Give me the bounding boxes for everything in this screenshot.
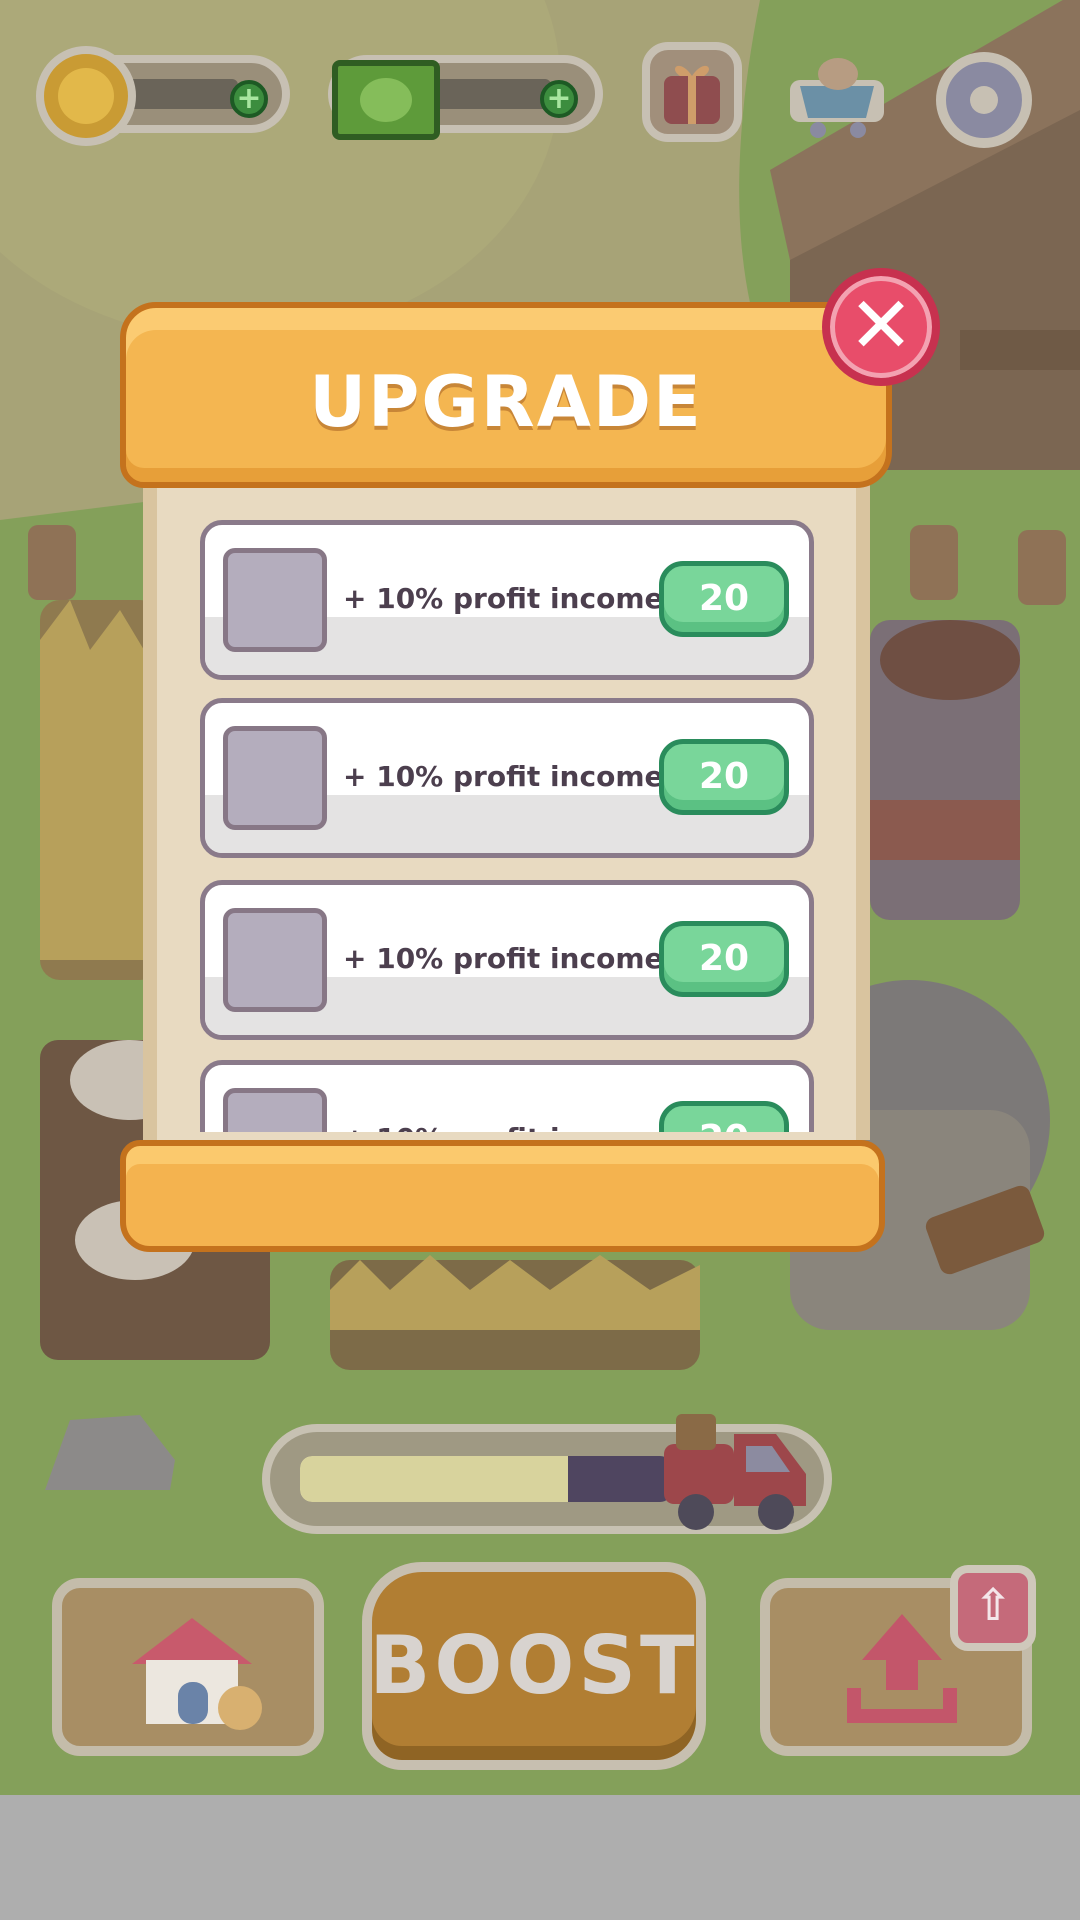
upgrade-item-icon [223,1088,327,1132]
delivery-progress-fill [300,1456,568,1502]
boost-label: BOOST [369,1619,699,1712]
upgrade-item: + 10% profit income 20 [200,698,814,858]
upgrade-buy-button[interactable]: 20 [659,561,789,637]
upgrade-item-description: + 10% profit income [343,942,664,975]
upgrade-list[interactable]: + 10% profit income 20 + 10% profit inco… [200,520,816,1132]
upgrade-item-description: + 10% profit income [343,1119,663,1132]
upgrade-item: + 10% profit income 20 [200,880,814,1040]
upgrade-item-icon [223,548,327,652]
upgrade-item: + 10% profit income 20 [200,520,814,680]
shop-button[interactable] [782,42,892,142]
cash-icon [332,60,440,140]
delivery-truck-icon [664,1414,806,1530]
upgrade-item-description: + 10% profit income [343,582,664,615]
gift-button[interactable] [642,42,742,142]
cash-add-button[interactable]: + [540,80,578,118]
close-icon: ✕ [848,281,914,371]
upgrade-footer-plank [120,1140,885,1252]
upgrade-alert-badge: ⇧ [950,1565,1036,1651]
bottom-bar [0,1795,1080,1920]
upgrade-buy-button[interactable]: 20 [659,1101,789,1132]
coin-icon [36,46,136,146]
upgrade-item-icon [223,726,327,830]
coin-add-button[interactable]: + [230,80,268,118]
upgrade-buy-button[interactable]: 20 [659,921,789,997]
cart-icon [790,58,884,138]
home-icon [132,1618,262,1730]
upgrade-buy-button[interactable]: 20 [659,739,789,815]
upgrade-title: UPGRADE [309,361,703,443]
home-button[interactable] [52,1578,324,1756]
upload-arrow-icon [847,1614,957,1723]
upgrade-item-description: + 10% profit income [343,760,664,793]
gift-icon [664,65,720,124]
upgrade-item: + 10% profit income 20 [200,1060,814,1132]
settings-button[interactable] [936,52,1032,148]
close-button[interactable]: ✕ [822,268,940,386]
delivery-progress-track [300,1456,672,1502]
upgrade-item-icon [223,908,327,1012]
